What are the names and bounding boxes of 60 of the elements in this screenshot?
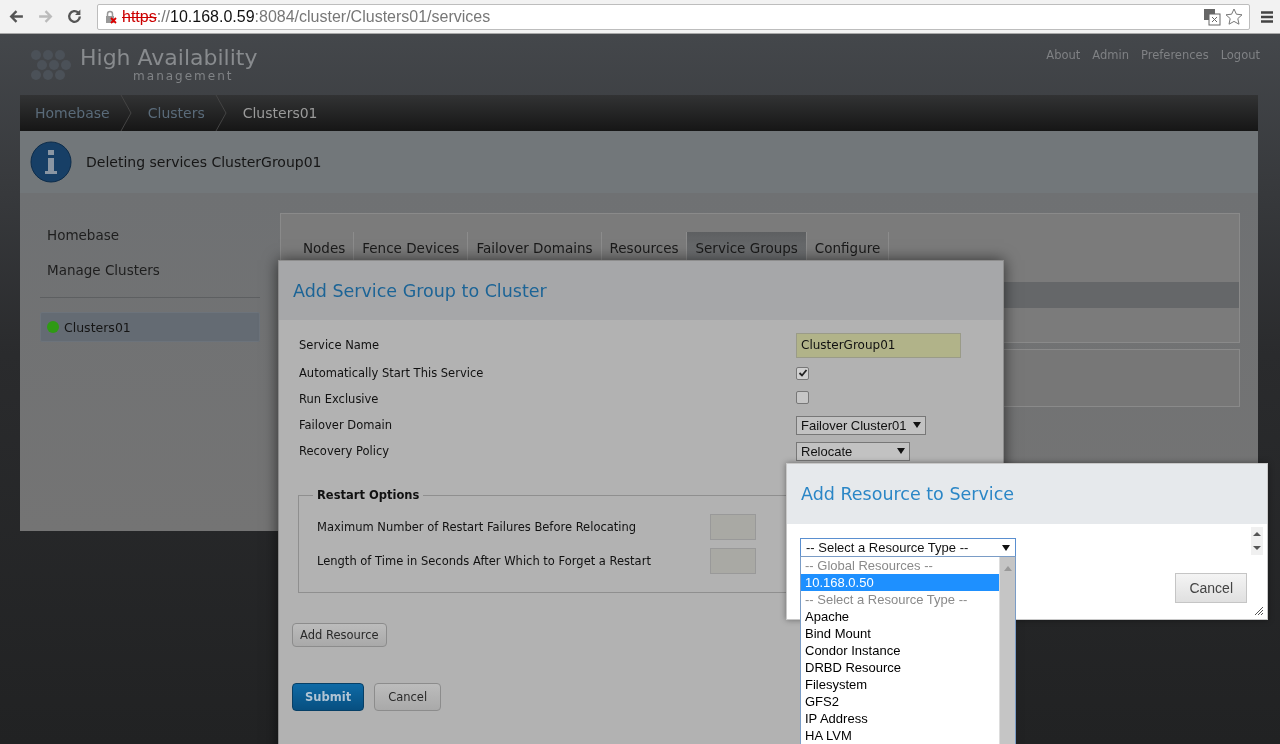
breadcrumb-link[interactable]: Clusters01 [242, 105, 318, 121]
caret-icon [897, 448, 905, 454]
scrollbar[interactable] [999, 557, 1015, 744]
dropdown-option[interactable]: 10.168.0.50 [801, 574, 999, 591]
dropdown-option[interactable]: Bind Mount [801, 625, 999, 642]
field-label: Maximum Number of Restart Failures Before Relocating [317, 520, 638, 534]
group-legend: Restart Options [313, 488, 424, 502]
url-text: https://10.168.0.59:8084/cluster/Clusters01/services [122, 7, 491, 26]
field-label: Length of Time in Seconds After Which to Forget a Restart [317, 554, 652, 568]
dropdown-option[interactable]: HA LVM [801, 727, 999, 744]
scroll-arrows-icon[interactable] [1251, 527, 1263, 555]
number-field[interactable] [710, 548, 756, 574]
dialog-title: Add Resource to Service [801, 484, 1015, 504]
translate-icon[interactable] [1203, 7, 1221, 26]
field-label: Failover Domain [299, 418, 393, 432]
field-label: Run Exclusive [299, 392, 380, 406]
caret-icon [1002, 544, 1010, 551]
cancel-button[interactable]: Cancel [374, 683, 442, 711]
dropdown-option[interactable]: DRBD Resource [801, 659, 999, 676]
add-resource-button[interactable]: Add Resource [292, 623, 387, 647]
notice-message: Deleting services ClusterGroup01 [86, 154, 322, 170]
reload-icon[interactable] [66, 8, 83, 25]
field-label: Automatically Start This Service [299, 366, 485, 380]
dropdown-option[interactable]: Condor Instance [801, 642, 999, 659]
dropdown-option: -- Select a Resource Type -- [801, 591, 999, 608]
cancel-button[interactable]: Cancel [1175, 573, 1247, 603]
field-label: Recovery Policy [299, 444, 391, 458]
logo-subtitle: management [133, 70, 234, 82]
logo-title: High Availability [80, 47, 258, 69]
resize-grip-icon[interactable] [1254, 606, 1264, 616]
checkbox[interactable] [796, 391, 809, 404]
checkbox[interactable] [796, 366, 809, 380]
dropdown-option[interactable]: Filesystem [801, 676, 999, 693]
address-field[interactable]: https://10.168.0.59:8084/cluster/Clusters01/services [97, 3, 1250, 30]
sidebar-link[interactable]: Homebase [40, 227, 260, 243]
cluster-item[interactable]: Clusters01 [40, 312, 260, 342]
dropdown[interactable]: Failover Cluster01 [796, 415, 926, 435]
info-icon [30, 141, 72, 183]
field-label: Service Name [299, 338, 381, 352]
broken-lock-icon [104, 9, 118, 24]
dropdown-option[interactable]: Apache [801, 608, 999, 625]
dropdown-option[interactable]: GFS2 [801, 693, 999, 710]
tab[interactable]: Service Groups [687, 232, 807, 260]
sidebar-link[interactable]: Manage Clusters [40, 262, 260, 278]
cluster-name: Clusters01 [64, 319, 131, 335]
number-field[interactable] [710, 514, 756, 540]
caret-icon [912, 422, 921, 428]
breadcrumb-link[interactable]: Homebase [35, 105, 110, 121]
submit-button[interactable]: Submit [292, 683, 365, 711]
star-icon[interactable] [1225, 7, 1243, 26]
dropdown[interactable]: Relocate [796, 441, 910, 461]
chevron-icon [214, 95, 227, 131]
dropdown-option: -- Global Resources -- [801, 557, 999, 574]
back-icon[interactable] [8, 8, 25, 25]
menu-icon[interactable] [1260, 9, 1274, 24]
service-name-field[interactable]: ClusterGroup01 [796, 332, 961, 358]
dialog-title: Add Service Group to Cluster [293, 280, 547, 301]
dropdown-option[interactable]: IP Address [801, 710, 999, 727]
breadcrumb-link[interactable]: Clusters [147, 105, 205, 121]
chevron-icon [119, 95, 132, 131]
